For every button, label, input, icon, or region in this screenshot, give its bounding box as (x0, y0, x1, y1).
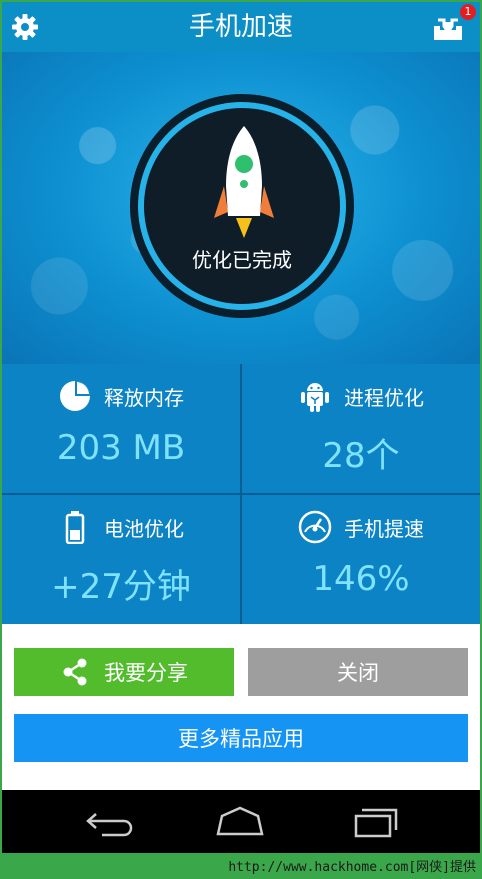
pie-chart-icon (60, 381, 90, 411)
rocket-icon (214, 126, 274, 238)
stat-label: 进程优化 (344, 385, 424, 410)
close-button[interactable]: 关闭 (248, 648, 468, 696)
stat-value: 203 MB (56, 428, 186, 468)
share-button-label: 我要分享 (104, 661, 188, 685)
system-navigation-bar (2, 790, 480, 853)
more-apps-button[interactable]: 更多精品应用 (14, 714, 468, 762)
android-icon (301, 383, 329, 412)
notification-badge: 1 (460, 4, 476, 20)
page-title: 手机加速 (188, 12, 293, 42)
stat-value: +27分钟 (51, 567, 191, 607)
share-button[interactable]: 我要分享 (14, 648, 234, 696)
more-apps-label: 更多精品应用 (178, 727, 304, 751)
stat-battery: 电池优化 +27分钟 (2, 495, 240, 624)
stat-value: 28个 (322, 436, 400, 476)
status-text: 优化已完成 (192, 248, 292, 272)
optimization-hero: 优化已完成 (2, 52, 480, 364)
home-icon[interactable] (212, 804, 268, 840)
close-button-label: 关闭 (337, 661, 379, 685)
stat-processes: 进程优化 28个 (242, 364, 480, 493)
back-icon[interactable] (82, 804, 138, 840)
source-watermark: http://www.hackhome.com[网侠]提供 (228, 860, 476, 875)
share-icon (63, 658, 87, 686)
stat-label: 手机提速 (344, 516, 424, 541)
stat-label: 电池优化 (104, 516, 184, 541)
header-bar: 手机加速 1 (2, 2, 480, 52)
speedometer-icon (298, 510, 332, 544)
stat-speed: 手机提速 146% (242, 495, 480, 624)
grid-divider (2, 493, 480, 495)
status-ring: 优化已完成 (130, 94, 354, 318)
battery-icon (65, 511, 85, 544)
stat-label: 释放内存 (104, 385, 184, 410)
recent-apps-icon[interactable] (348, 804, 404, 840)
stat-memory: 释放内存 203 MB (2, 364, 240, 493)
stats-grid: 释放内存 203 MB 进程优化 28个 电池优化 +27分钟 手机提速 146… (2, 364, 480, 624)
stat-value: 146% (312, 559, 410, 599)
download-tray-icon[interactable] (430, 12, 466, 44)
app-screen: 手机加速 1 优化已完成 释放内存 203 MB 进程优化 28个 电池优化 +… (2, 2, 480, 853)
